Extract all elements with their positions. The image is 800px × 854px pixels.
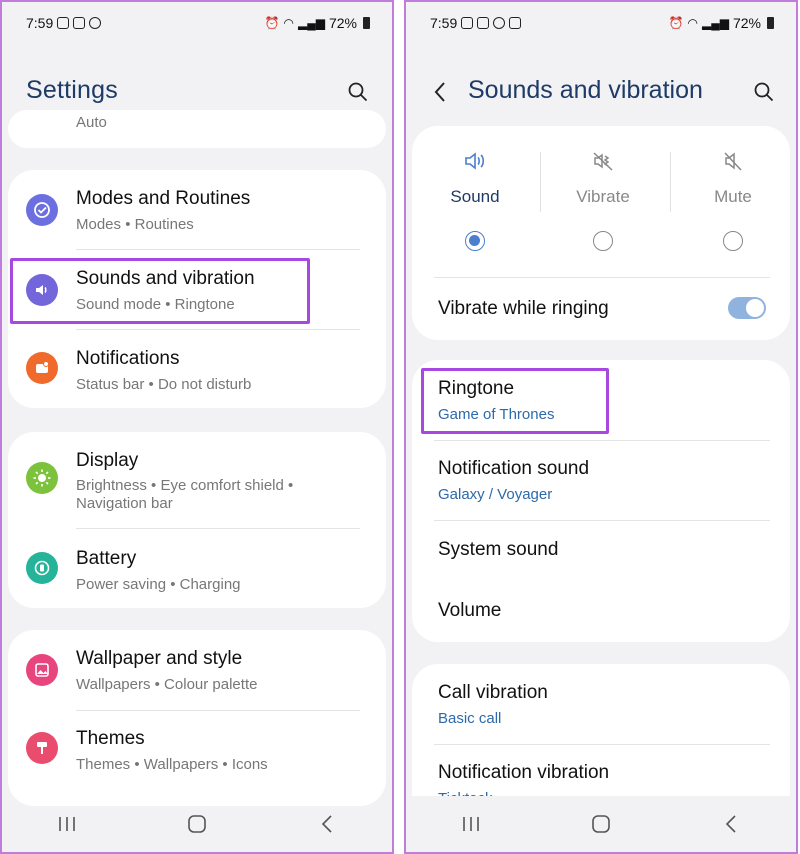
volume-label: Volume — [438, 600, 502, 621]
vibrate-while-ringing-toggle[interactable] — [728, 297, 766, 319]
battery-icon — [26, 552, 58, 584]
sounds-vibration-screen: 7:59 ⏰ ◠ ▂▄▆ 72% Sounds and vibration So… — [404, 0, 798, 854]
back-nav-icon[interactable] — [711, 812, 751, 836]
status-time: 7:59 — [430, 15, 458, 31]
sound-radio[interactable] — [465, 231, 485, 251]
alarm-icon: ⏰ — [264, 16, 280, 30]
notification-icon — [26, 352, 58, 384]
vibrate-radio[interactable] — [593, 231, 613, 251]
item-subtitle: Modes • Routines — [76, 216, 194, 233]
search-icon[interactable] — [348, 82, 368, 102]
wifi-icon: ◠ — [687, 16, 698, 30]
divider — [76, 528, 360, 529]
item-title: Display — [76, 450, 139, 471]
notification-sound-row[interactable]: Notification sound Galaxy / Voyager — [412, 440, 790, 520]
page-title: Settings — [26, 76, 118, 104]
mode-label: Mute — [714, 187, 752, 206]
mute-mode-option[interactable]: Mute — [670, 150, 796, 251]
highlight-box — [421, 368, 609, 434]
instagram-icon — [73, 17, 86, 29]
vibrate-while-ringing-row[interactable]: Vibrate while ringing — [412, 278, 790, 340]
sound-mode-option[interactable]: Sound — [412, 150, 538, 251]
vibrate-icon — [593, 152, 613, 171]
signal-icon: ▂▄▆ — [702, 16, 729, 30]
settings-item-wallpaper[interactable]: Wallpaper and style Wallpapers • Colour … — [8, 630, 386, 710]
volume-row[interactable]: Volume — [412, 582, 790, 642]
status-time: 7:59 — [26, 15, 54, 31]
wifi-icon: ◠ — [283, 16, 294, 30]
item-subtitle: Wallpapers • Colour palette — [76, 676, 258, 693]
mode-label: Vibrate — [576, 187, 630, 206]
notification-app-icon — [89, 17, 102, 29]
sound-icon — [465, 152, 485, 170]
settings-screen: 7:59 ⏰ ◠ ▂▄▆ 72% Settings Auto Modes and… — [0, 0, 394, 854]
instagram-icon — [477, 17, 490, 29]
search-icon[interactable] — [754, 82, 774, 102]
highlight-box — [10, 258, 310, 324]
status-bar: 7:59 ⏰ ◠ ▂▄▆ 72% — [406, 2, 796, 44]
back-arrow-icon[interactable] — [432, 80, 448, 104]
mode-label: Sound — [450, 187, 500, 206]
divider — [76, 710, 360, 711]
instagram-icon — [461, 17, 474, 29]
home-icon[interactable] — [581, 812, 621, 836]
settings-card-clipped: Auto — [8, 110, 386, 148]
notification-vibration-label: Notification vibration — [438, 762, 610, 783]
item-subtitle: Brightness • Eye comfort shield • — [76, 477, 294, 494]
themes-icon — [26, 732, 58, 764]
alarm-icon: ⏰ — [668, 16, 684, 30]
modes-routines-icon — [26, 194, 58, 226]
navigation-bar — [2, 796, 392, 852]
home-icon[interactable] — [177, 812, 217, 836]
call-vibration-label: Call vibration — [438, 682, 548, 703]
battery-percent: 72% — [732, 15, 761, 31]
system-sound-label: System sound — [438, 539, 559, 560]
item-title: Modes and Routines — [76, 188, 251, 209]
notification-app-icon — [493, 17, 506, 29]
battery-status-icon — [767, 17, 774, 29]
signal-icon: ▂▄▆ — [298, 16, 325, 30]
settings-item-modes-routines[interactable]: Modes and Routines Modes • Routines — [8, 170, 386, 248]
recent-apps-icon[interactable] — [47, 812, 87, 836]
settings-card-2: Display Brightness • Eye comfort shield … — [8, 432, 386, 608]
settings-item-themes[interactable]: Themes Themes • Wallpapers • Icons — [8, 712, 386, 790]
item-subtitle: Power saving • Charging — [76, 576, 241, 593]
item-subtitle-2: Navigation bar — [76, 495, 173, 512]
gallery-icon — [509, 17, 522, 29]
recent-apps-icon[interactable] — [451, 812, 491, 836]
instagram-icon — [57, 17, 70, 29]
battery-status-icon — [363, 17, 370, 29]
settings-item-display[interactable]: Display Brightness • Eye comfort shield … — [8, 432, 386, 524]
mute-icon — [724, 152, 742, 171]
settings-item-battery[interactable]: Battery Power saving • Charging — [8, 530, 386, 608]
notification-sound-label: Notification sound — [438, 458, 590, 479]
vibrate-while-ringing-label: Vibrate while ringing — [438, 298, 609, 319]
item-subtitle: Status bar • Do not disturb — [76, 376, 252, 393]
system-sound-row[interactable]: System sound — [412, 520, 790, 582]
status-bar: 7:59 ⏰ ◠ ▂▄▆ 72% — [2, 2, 392, 44]
back-nav-icon[interactable] — [307, 812, 347, 836]
call-vibration-value: Basic call — [438, 710, 502, 727]
sun-icon — [26, 462, 58, 494]
item-title: Notifications — [76, 348, 180, 369]
mute-radio[interactable] — [723, 231, 743, 251]
item-title: Themes — [76, 728, 145, 749]
settings-item-notifications[interactable]: Notifications Status bar • Do not distur… — [8, 330, 386, 408]
item-title: Wallpaper and style — [76, 648, 243, 669]
item-subtitle: Themes • Wallpapers • Icons — [76, 756, 268, 773]
vibrate-mode-option[interactable]: Vibrate — [540, 150, 666, 251]
item-title: Battery — [76, 548, 137, 569]
sound-mode-card: Sound Vibrate Mute Vibrate while ringing — [412, 126, 790, 340]
settings-card-3: Wallpaper and style Wallpapers • Colour … — [8, 630, 386, 806]
navigation-bar — [406, 796, 796, 852]
clipped-text: Auto — [76, 114, 107, 131]
call-vibration-row[interactable]: Call vibration Basic call — [412, 664, 790, 744]
wallpaper-icon — [26, 654, 58, 686]
page-title: Sounds and vibration — [468, 76, 703, 104]
notification-sound-value: Galaxy / Voyager — [438, 486, 553, 503]
battery-percent: 72% — [328, 15, 357, 31]
